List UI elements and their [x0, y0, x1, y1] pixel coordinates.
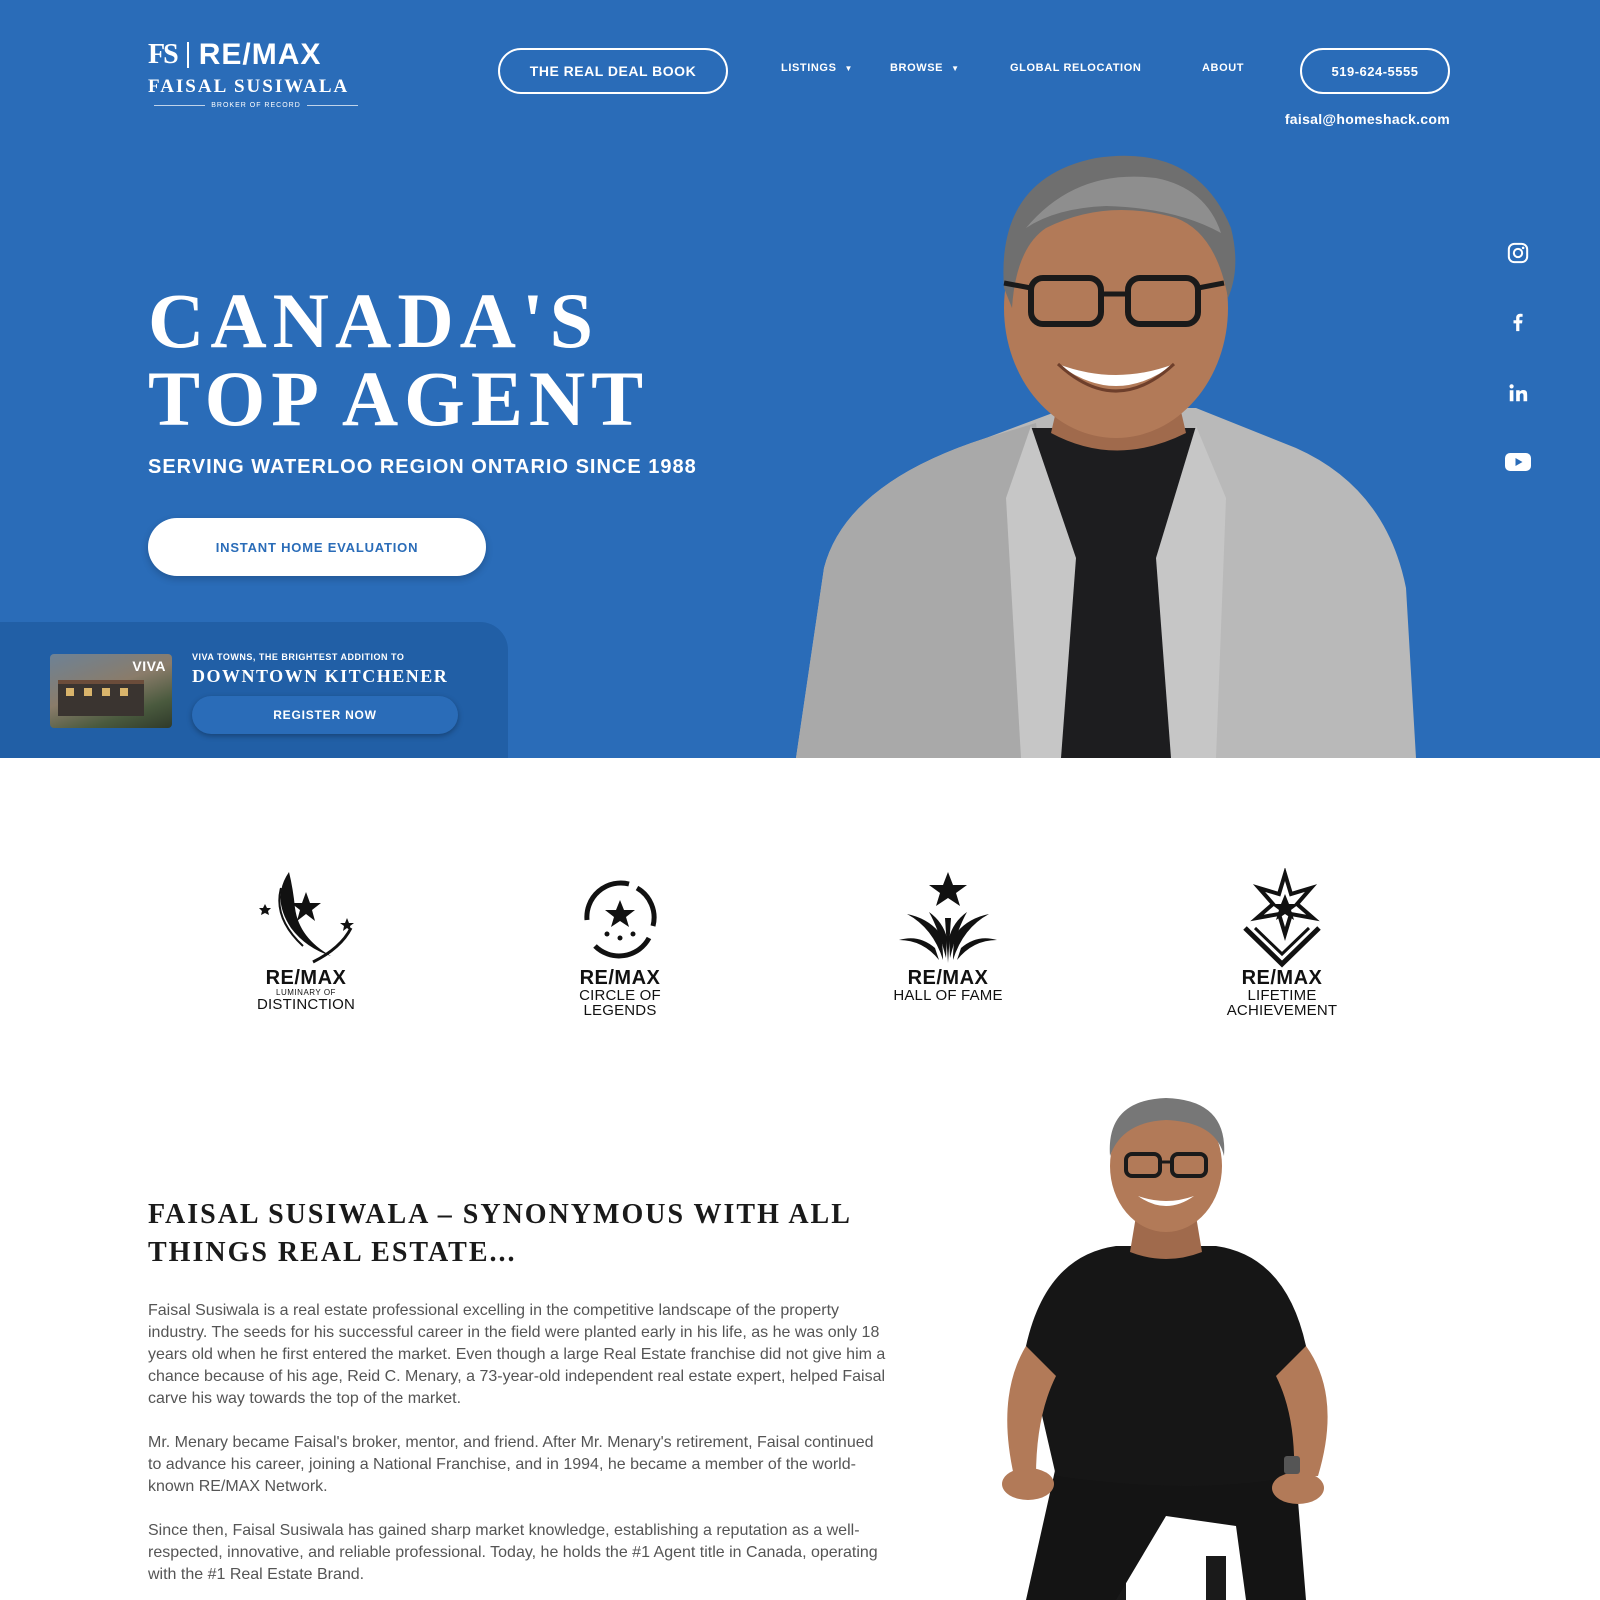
- logo-subtitle: BROKER OF RECORD: [211, 102, 301, 109]
- award-brand: RE/MAX: [907, 967, 989, 989]
- hero-headline: CANADA'S TOP AGENT: [148, 282, 649, 438]
- award-lifetime-achievement: RE/MAX LIFETIME ACHIEVEMENT: [1202, 868, 1362, 1028]
- about-paragraph: Mr. Menary became Faisal's broker, mento…: [148, 1434, 874, 1495]
- logo-top-row: FS RE/MAX: [148, 38, 364, 71]
- circle-of-legends-icon: [584, 880, 657, 959]
- headline-line-2: TOP AGENT: [148, 355, 650, 442]
- register-now-button[interactable]: REGISTER NOW: [192, 696, 458, 734]
- award-line-1: LIFETIME: [1247, 987, 1317, 1004]
- award-luminary-of-distinction: RE/MAX LUMINARY OF DISTINCTION: [226, 868, 386, 1028]
- award-brand: RE/MAX: [1241, 967, 1323, 989]
- youtube-icon[interactable]: [1503, 447, 1533, 477]
- nav-item-browse[interactable]: BROWSE ▼: [890, 62, 960, 74]
- promo-card: VIVA VIVA TOWNS, THE BRIGHTEST ADDITION …: [0, 622, 508, 758]
- logo-subtitle-row: BROKER OF RECORD: [148, 102, 364, 109]
- award-circle-of-legends: RE/MAX CIRCLE OF LEGENDS: [540, 868, 700, 1028]
- window-shape: [66, 688, 74, 696]
- award-line-1: HALL OF FAME: [893, 987, 1003, 1004]
- headline-line-1: CANADA'S: [148, 277, 600, 364]
- award-hall-of-fame: RE/MAX HALL OF FAME: [868, 868, 1028, 1028]
- award-line-2: DISTINCTION: [256, 996, 356, 1013]
- logo-rule-left: [154, 105, 206, 106]
- hall-of-fame-icon: [899, 872, 997, 963]
- viva-image-label: VIVA: [132, 658, 166, 674]
- instant-home-evaluation-button[interactable]: INSTANT HOME EVALUATION: [148, 518, 486, 576]
- award-brand: RE/MAX: [579, 967, 661, 989]
- logo-remax: RE/MAX: [198, 38, 322, 71]
- about-paragraph: Since then, Faisal Susiwala has gained s…: [148, 1522, 878, 1583]
- agent-seated-image: [1002, 1098, 1328, 1600]
- building-shape: [58, 680, 144, 716]
- award-brand: RE/MAX: [265, 967, 347, 989]
- nav-item-label: ABOUT: [1202, 62, 1245, 74]
- nav-item-about[interactable]: ABOUT: [1202, 62, 1244, 74]
- phone-button[interactable]: 519-624-5555: [1300, 48, 1450, 94]
- logo-rule-right: [306, 105, 359, 106]
- nav-item-label: BROWSE: [890, 62, 944, 74]
- about-heading: FAISAL SUSIWALA – SYNONYMOUS WITH ALL TH…: [148, 1199, 851, 1268]
- award-line-2: LEGENDS: [583, 1002, 657, 1019]
- lifetime-achievement-icon: [1243, 868, 1321, 968]
- about-paragraph: Faisal Susiwala is a real estate profess…: [148, 1302, 886, 1407]
- award-line-1: CIRCLE OF: [579, 987, 661, 1004]
- instagram-icon[interactable]: [1503, 238, 1533, 268]
- agent-portrait-image: [796, 155, 1416, 758]
- facebook-icon[interactable]: [1503, 307, 1533, 337]
- nav-item-listings[interactable]: LISTINGS ▼: [781, 62, 853, 74]
- about-body: Faisal Susiwala is a real estate profess…: [148, 1300, 888, 1600]
- luminary-star-icon: [259, 872, 354, 964]
- promo-title: DOWNTOWN KITCHENER: [192, 666, 449, 686]
- hero-tagline: SERVING WATERLOO REGION ONTARIO SINCE 19…: [148, 456, 697, 478]
- linkedin-icon[interactable]: [1503, 378, 1533, 408]
- window-shape: [102, 688, 110, 696]
- viva-towns-image[interactable]: VIVA: [50, 654, 172, 728]
- logo-monogram: FS: [148, 39, 179, 70]
- hero-section: FS RE/MAX FAISAL SUSIWALA BROKER OF RECO…: [0, 0, 1600, 758]
- promo-kicker: VIVA TOWNS, THE BRIGHTEST ADDITION TO: [192, 652, 405, 662]
- logo-divider: [186, 42, 189, 68]
- chevron-down-icon: ▼: [844, 63, 854, 73]
- chevron-down-icon: ▼: [951, 63, 960, 73]
- award-line-2: ACHIEVEMENT: [1226, 1002, 1338, 1019]
- real-deal-book-button[interactable]: THE REAL DEAL BOOK: [498, 48, 728, 94]
- nav-item-label: GLOBAL RELOCATION: [1010, 62, 1142, 74]
- nav-item-global-relocation[interactable]: GLOBAL RELOCATION: [1010, 62, 1141, 74]
- window-shape: [84, 688, 92, 696]
- site-logo[interactable]: FS RE/MAX FAISAL SUSIWALA BROKER OF RECO…: [148, 38, 364, 116]
- email-link[interactable]: faisal@homeshack.com: [1240, 111, 1450, 127]
- logo-name: FAISAL SUSIWALA: [148, 76, 350, 97]
- nav-item-label: LISTINGS: [781, 62, 837, 74]
- window-shape: [120, 688, 128, 696]
